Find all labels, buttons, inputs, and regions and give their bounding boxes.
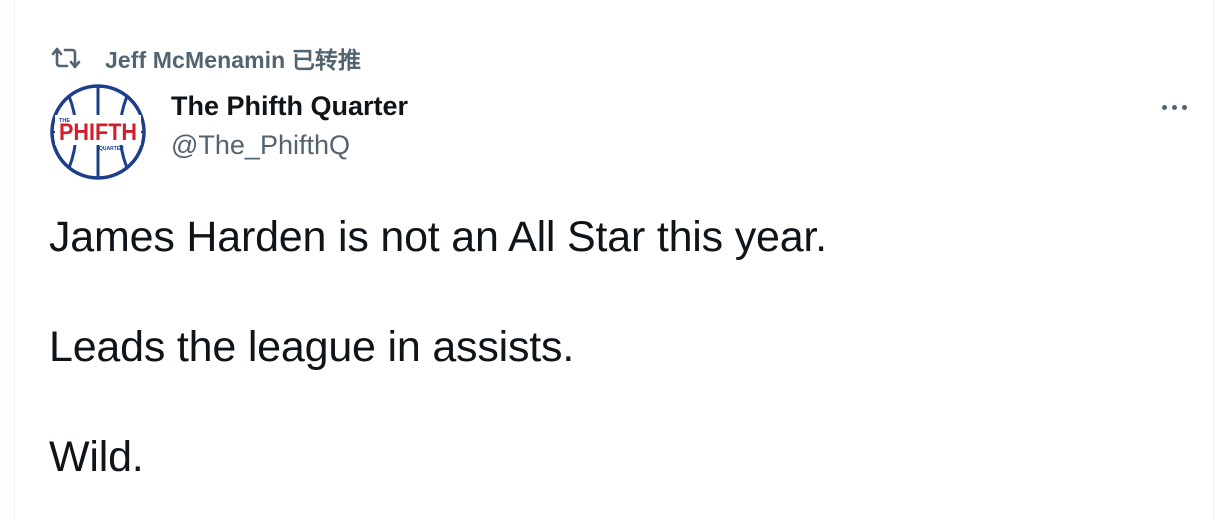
tweet-line: Wild. — [49, 433, 144, 481]
more-options-button[interactable] — [1155, 94, 1193, 120]
avatar[interactable]: THE PHIFTH QUARTER — [49, 83, 147, 181]
avatar-logo-text: PHIFTH — [59, 119, 137, 146]
avatar-small-bottom: QUARTER — [99, 146, 124, 152]
more-dots-icon — [1161, 104, 1167, 110]
author-handle[interactable]: @The_PhifthQ — [171, 126, 408, 164]
tweet-text: James Harden is not an All Star this yea… — [49, 205, 1199, 489]
author-info[interactable]: The Phifth Quarter @The_PhifthQ — [171, 86, 408, 164]
more-dots-icon — [1181, 104, 1187, 110]
author-name[interactable]: The Phifth Quarter — [171, 86, 408, 126]
tweet-line: James Harden is not an All Star this yea… — [49, 213, 827, 261]
more-dots-icon — [1171, 104, 1177, 110]
retweet-context[interactable]: Jeff McMenamin 已转推 — [51, 42, 361, 74]
retweet-icon — [51, 46, 81, 70]
retweet-label[interactable]: Jeff McMenamin 已转推 — [105, 41, 361, 75]
tweet-card[interactable]: Jeff McMenamin 已转推 THE PHIFTH QUARTER Th… — [14, 0, 1214, 520]
tweet-line: Leads the league in assists. — [49, 323, 575, 371]
